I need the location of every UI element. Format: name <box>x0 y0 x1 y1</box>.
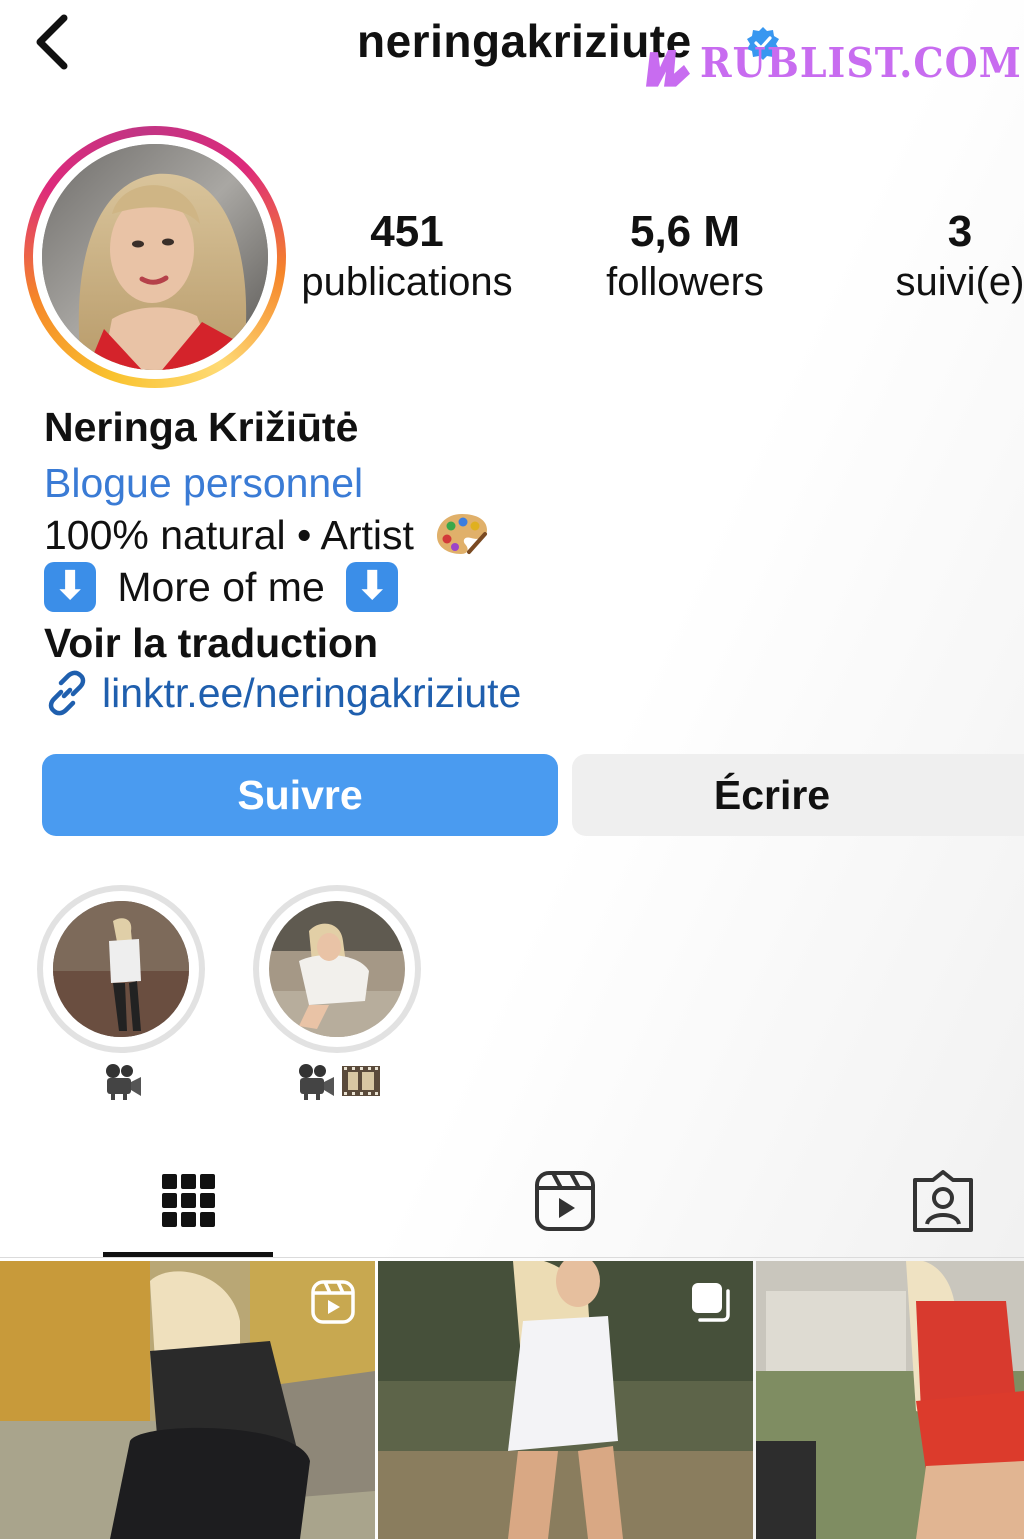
tagged-person-icon <box>913 1170 973 1232</box>
story-highlight[interactable] <box>253 885 421 1053</box>
bio-line-1: 100% natural • Artist <box>44 512 489 559</box>
posts-label: publications <box>301 260 513 304</box>
avatar[interactable] <box>42 144 268 370</box>
post-image <box>756 1261 1024 1539</box>
avatar-photo <box>42 144 268 370</box>
see-translation-link[interactable]: Voir la traduction <box>44 620 378 667</box>
carousel-badge-icon <box>692 1283 730 1322</box>
highlight-label <box>294 1060 384 1104</box>
movie-camera-icon <box>106 1064 141 1100</box>
following-count: 3 <box>947 207 973 256</box>
posts-count: 451 <box>370 207 444 256</box>
bio-line-2-text: More of me <box>117 564 325 610</box>
message-button[interactable]: Écrire <box>572 754 1024 836</box>
down-arrow-box-icon: ⬇ <box>346 562 399 613</box>
watermark-text: RUBLIST.COM <box>700 38 1022 87</box>
watermark-logo-icon <box>646 49 690 87</box>
profile-header: neringakriziute RUBLIST.COM <box>0 0 1024 100</box>
highlight-label <box>101 1060 145 1104</box>
grid-icon <box>162 1174 215 1227</box>
profile-tabs <box>0 1150 1024 1258</box>
stat-posts[interactable]: 451 publications <box>282 206 532 306</box>
reels-icon <box>535 1171 595 1231</box>
chevron-left-icon <box>36 14 68 70</box>
back-button[interactable] <box>28 12 78 72</box>
bio-line-2: ⬇ More of me ⬇ <box>44 562 399 613</box>
stat-following[interactable]: 3 suivi(e) <box>870 206 1024 306</box>
post-thumbnail[interactable] <box>378 1261 753 1539</box>
message-button-label: Écrire <box>713 771 831 818</box>
post-thumbnail[interactable] <box>756 1261 1024 1539</box>
tab-posts-grid[interactable] <box>150 1168 230 1238</box>
bio-link[interactable]: linktr.ee/neringakriziute <box>44 670 521 717</box>
followers-label: followers <box>606 260 764 304</box>
bio-line-1-text: 100% natural • Artist <box>44 512 414 558</box>
film-frames-icon <box>342 1066 381 1096</box>
post-thumbnail[interactable] <box>0 1261 375 1539</box>
followers-count: 5,6 M <box>629 207 741 256</box>
following-label: suivi(e) <box>895 260 1024 304</box>
down-arrow-box-icon: ⬇ <box>44 562 96 613</box>
highlight-cover <box>269 901 405 1037</box>
follow-button[interactable]: Suivre <box>42 754 558 836</box>
story-highlight[interactable] <box>37 885 205 1053</box>
tab-reels[interactable] <box>525 1168 605 1238</box>
category-label: Blogue personnel <box>44 460 364 506</box>
link-icon <box>48 670 86 716</box>
bio-link-text: linktr.ee/neringakriziute <box>102 670 522 716</box>
watermark: RUBLIST.COM <box>640 38 1022 90</box>
full-name: Neringa Križiūtė <box>44 404 359 450</box>
reels-badge-icon <box>311 1280 355 1324</box>
stat-followers[interactable]: 5,6 M followers <box>585 206 785 306</box>
artist-palette-icon <box>437 514 488 555</box>
movie-camera-icon <box>299 1064 334 1100</box>
tabs-divider <box>0 1257 1024 1258</box>
highlight-cover <box>53 901 189 1037</box>
tab-tagged[interactable] <box>903 1168 983 1238</box>
